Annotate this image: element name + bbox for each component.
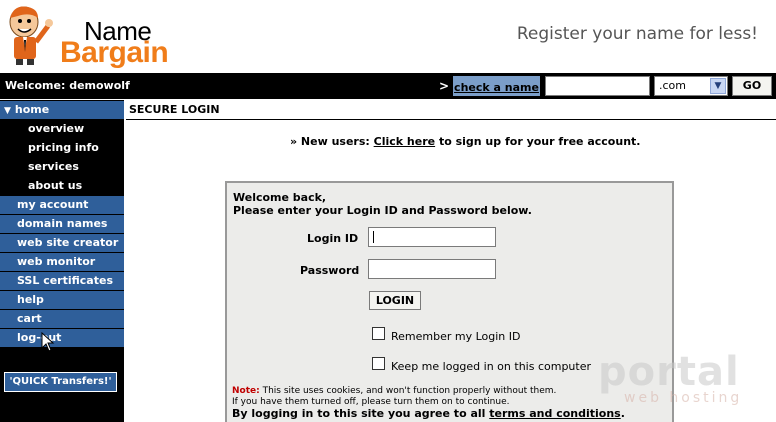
password-label: Password — [300, 264, 360, 277]
sidebar-item-home[interactable]: ▼ home — [0, 101, 124, 119]
tld-selected-value: .com — [659, 79, 686, 92]
note-text: This site uses cookies, and won't functi… — [259, 386, 557, 396]
mascot-logo-icon — [9, 6, 53, 65]
arrow-indicator: > — [438, 79, 450, 93]
text-caret — [373, 231, 374, 243]
welcome-line-1: Welcome back, — [233, 191, 327, 204]
agree-prefix: By logging in to this site you agree to … — [232, 407, 490, 420]
sidebar-item-label: home — [14, 103, 50, 116]
sidebar-item-log-out[interactable]: log-out — [0, 329, 124, 347]
sidebar-item-my-account[interactable]: my account — [0, 196, 124, 214]
keep-logged-in-label: Keep me logged in on this computer — [391, 360, 591, 373]
watermark: portal web hosting — [598, 352, 742, 406]
new-users-line: » New users: Click here to sign up for y… — [290, 135, 640, 148]
note-label: Note: — [232, 386, 260, 396]
sidebar-subitem-overview[interactable]: overview — [0, 120, 124, 138]
login-welcome: Welcome back, Please enter your Login ID… — [233, 191, 532, 217]
triangle-down-icon: ▼ — [4, 106, 11, 116]
check-a-name-link[interactable]: check a name — [454, 81, 539, 94]
sidebar-item-web-site-creator[interactable]: web site creator — [0, 234, 124, 252]
sidebar-subitem-about-us[interactable]: about us — [0, 177, 124, 195]
watermark-hosting: web hosting — [624, 390, 743, 406]
tld-select[interactable]: .com ▼ — [654, 76, 728, 96]
watermark-portal: portal — [598, 349, 740, 395]
signup-link[interactable]: Click here — [374, 135, 435, 148]
sidebar-item-cart[interactable]: cart — [0, 310, 124, 328]
login-id-label: Login ID — [307, 232, 359, 245]
sidebar-item-web-monitor[interactable]: web monitor — [0, 253, 124, 271]
agree-suffix: . — [620, 407, 625, 420]
login-button[interactable]: LOGIN — [369, 291, 421, 310]
quick-transfers-button[interactable]: 'QUICK Transfers!' — [4, 372, 117, 392]
new-users-prefix: » New users: — [290, 135, 374, 148]
welcome-line-2: Please enter your Login ID and Password … — [233, 204, 532, 217]
remember-login-checkbox[interactable] — [372, 327, 385, 340]
welcome-text: Welcome: demowolf — [5, 79, 130, 92]
cookie-note: Note: This site uses cookies, and won't … — [232, 386, 625, 419]
check-a-name-cell: check a name — [452, 75, 541, 97]
password-input[interactable] — [368, 259, 496, 279]
sidebar: ▼ home overview pricing info services abo… — [0, 100, 124, 422]
tagline: Register your name for less! — [516, 24, 758, 44]
sidebar-subitem-services[interactable]: services — [0, 158, 124, 176]
keep-logged-in-checkbox[interactable] — [372, 357, 385, 370]
sidebar-item-help[interactable]: help — [0, 291, 124, 309]
login-id-input[interactable] — [368, 227, 496, 247]
mouse-cursor-icon — [41, 332, 55, 352]
site-header: Name Bargain Register your name for less… — [0, 0, 776, 72]
top-bar: Welcome: demowolf > check a name .com ▼ … — [0, 73, 776, 99]
new-users-suffix: to sign up for your free account. — [435, 135, 641, 148]
go-button[interactable]: GO — [732, 76, 772, 96]
logo-text-bargain: Bargain — [60, 36, 169, 69]
page-title: SECURE LOGIN — [126, 100, 776, 120]
chevron-down-icon[interactable]: ▼ — [710, 78, 726, 94]
terms-link[interactable]: terms and conditions — [489, 407, 620, 420]
sidebar-item-domain-names[interactable]: domain names — [0, 215, 124, 233]
sidebar-subitem-pricing-info[interactable]: pricing info — [0, 139, 124, 157]
domain-search-input[interactable] — [545, 76, 650, 96]
remember-login-label: Remember my Login ID — [391, 330, 521, 343]
sidebar-item-ssl-certificates[interactable]: SSL certificates — [0, 272, 124, 290]
